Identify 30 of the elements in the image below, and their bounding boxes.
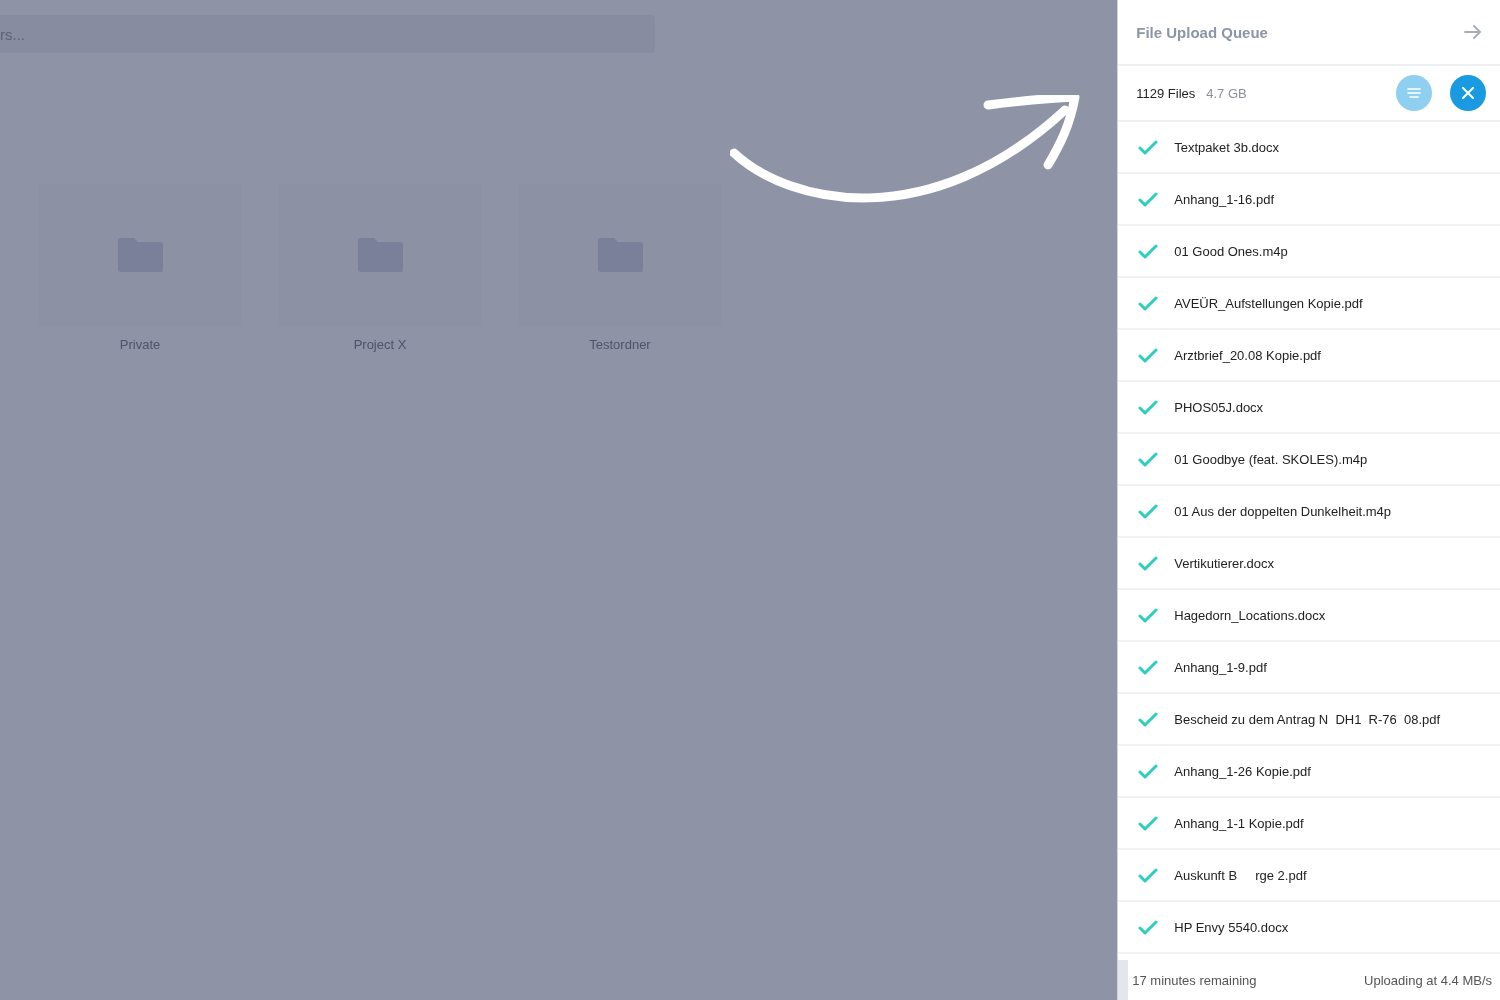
folder-name: Testordner (589, 337, 651, 352)
total-size: 4.7 GB (1206, 85, 1247, 101)
upload-speed: Uploading at 4.4 MB/s (1364, 972, 1492, 988)
file-name: Anhang_1-1 Kopie.pdf (1174, 815, 1304, 831)
file-name: Vertikutierer.docx (1174, 555, 1274, 571)
file-name: 01 Good Ones.m4p (1174, 243, 1288, 259)
file-name: Arztbrief_20.08 Kopie.pdf (1174, 347, 1321, 363)
folder-name: Private (119, 337, 161, 352)
file-name: 01 Goodbye (feat. SKOLES).m4p (1174, 451, 1368, 467)
file-name: PHOS05J.docx (1174, 399, 1264, 415)
file-name: Hagedorn_Locations.docx (1174, 607, 1326, 623)
file-name: Bescheid zu dem Antrag N DH1 R-76 08.pdf (1174, 711, 1441, 727)
file-name: Anhang_1-9.pdf (1174, 659, 1267, 675)
close-button[interactable] (1450, 75, 1486, 111)
file-name: Anhang_1-26 Kopie.pdf (1174, 763, 1311, 779)
time-remaining: 17 minutes remaining (1132, 972, 1257, 988)
file-name: Anhang_1-16.pdf (1174, 191, 1274, 207)
file-name: 01 Aus der doppelten Dunkelheit.m4p (1174, 503, 1392, 519)
arrow-right-icon[interactable] (1464, 24, 1482, 40)
file-name: Textpaket 3b.docx (1174, 139, 1280, 155)
panel-title: File Upload Queue (1136, 23, 1268, 41)
file-name: AVEÜR_Aufstellungen Kopie.pdf (1174, 295, 1363, 311)
list-button[interactable] (1396, 75, 1432, 111)
file-name: Auskunft B rge 2.pdf (1174, 867, 1307, 883)
folder-name: Project X (353, 337, 407, 352)
file-count: 1129 Files (1136, 85, 1196, 101)
menu-icon (1407, 88, 1421, 98)
scrollbar-track (1118, 960, 1129, 1000)
file-name: HP Envy 5540.docx (1174, 919, 1289, 935)
close-icon (1462, 87, 1474, 99)
